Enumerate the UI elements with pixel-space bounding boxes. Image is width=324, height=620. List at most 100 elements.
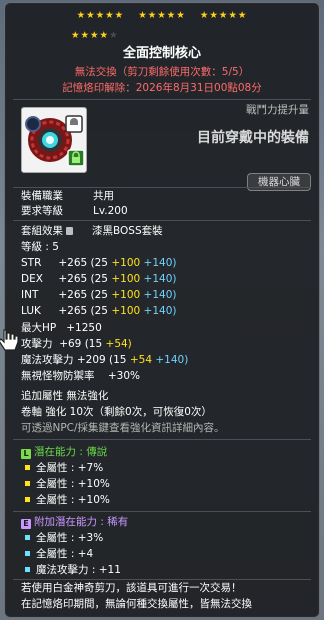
attack-total: +69 — [59, 338, 82, 350]
stat-bonus-cyan: +140) — [143, 289, 177, 301]
stat-bonus-cyan: +140) — [143, 305, 177, 317]
bullet-icon — [25, 465, 30, 470]
additional-potential-line: 全屬性 : +4 — [21, 547, 93, 561]
job-value: 共用 — [93, 190, 114, 202]
footer-line: 若使用白金神奇剪刀，該道具可進行一次交易！ — [21, 582, 242, 594]
additional-potential-title: 附加潛在能力 : 稀有 — [34, 516, 129, 528]
job-row: 裝備職業 共用 — [21, 189, 114, 203]
divider — [13, 511, 311, 512]
potential-line-text: 全屬性 : +7% — [36, 462, 104, 474]
stat-bonus-yellow: +100 — [111, 289, 141, 301]
stat-total: +265 — [58, 273, 88, 285]
additional-potential-line-text: 全屬性 : +3% — [36, 532, 104, 544]
potential-title: 潛在能力 : 傳說 — [34, 446, 108, 458]
ignore-def-value: +30% — [107, 370, 140, 382]
set-effect-value: 漆黑BOSS套裝 — [92, 225, 163, 237]
job-label: 裝備職業 — [21, 190, 63, 202]
additional-potential-line: 魔法攻擊力 : +11 — [21, 563, 121, 577]
stat-row-str: STR +265 (25 +100 +140) — [21, 256, 176, 270]
stat-base: (25 — [90, 305, 108, 317]
extra-attr-row: 追加屬性 無法強化 — [21, 390, 109, 402]
bullet-icon — [25, 481, 30, 486]
stat-base: (25 — [90, 257, 108, 269]
additional-potential-title-row: E 附加潛在能力 : 稀有 — [21, 515, 128, 529]
potential-line-text: 全屬性 : +10% — [36, 478, 110, 490]
bullet-icon — [25, 497, 30, 502]
divider — [13, 220, 311, 221]
star-group-3: ★★★★★ — [199, 10, 248, 21]
ignore-def-row: 無視怪物防禦率 +30% — [21, 369, 140, 383]
level-value: Lv.200 — [93, 205, 128, 217]
bullet-icon — [25, 535, 30, 540]
divider — [13, 439, 311, 440]
additional-potential-line-text: 魔法攻擊力 : +11 — [36, 564, 121, 576]
stat-total: +265 — [58, 257, 88, 269]
stat-bonus-cyan: +140) — [143, 257, 177, 269]
stat-base: (25 — [90, 273, 108, 285]
category-badge: 機器心臟 — [247, 173, 311, 191]
scroll-row: 卷軸 強化 10次（剩餘0次，可恢復0次） — [21, 406, 212, 418]
stat-row-int: INT +265 (25 +100 +140) — [21, 288, 176, 302]
stat-name: STR — [21, 257, 42, 269]
level-row: 要求等級 Lv.200 — [21, 204, 128, 218]
attack-row: 攻擊力 +69 (15 +54) — [21, 337, 132, 351]
stat-base: (25 — [90, 289, 108, 301]
star-group-2: ★★★★★ — [138, 10, 186, 21]
bullet-icon — [25, 567, 30, 572]
epic-badge-icon: E — [21, 519, 31, 529]
magic-attack-label: 魔法攻擊力 — [21, 354, 74, 366]
potential-line-text: 全屬性 : +10% — [36, 494, 110, 506]
magic-attack-bonus-yellow: +54 — [129, 354, 153, 366]
set-effect-row: 套組效果 漆黑BOSS套裝 — [21, 224, 163, 238]
footer-line: 在記憶烙印期間，無論何種交換屬性，皆無法交換 — [21, 598, 252, 610]
magic-attack-base: (15 — [109, 354, 127, 366]
star-group-1: ★★★★★ — [76, 10, 125, 21]
item-name: 全面控制核心 — [122, 46, 201, 61]
item-icon — [21, 107, 87, 173]
potential-line: 全屬性 : +7% — [21, 461, 103, 475]
attack-bonus: +54) — [105, 338, 132, 350]
max-hp-row: 最大HP +1250 — [21, 321, 102, 335]
seal-notice: 記憶烙印解除：2026年8月31日00點08分 — [62, 82, 262, 94]
stat-total: +265 — [58, 305, 88, 317]
level-label: 要求等級 — [21, 205, 63, 217]
attack-label: 攻擊力 — [21, 338, 53, 350]
max-hp-label: 最大HP — [21, 322, 57, 334]
stat-total: +265 — [58, 289, 88, 301]
additional-potential-line: 全屬性 : +3% — [21, 531, 103, 545]
trade-notice: 無法交換（剪刀剩餘使用次數：5/5） — [74, 66, 250, 78]
currently-equipped-label: 目前穿戴中的裝備 — [197, 130, 309, 146]
lock-icon — [66, 227, 73, 235]
star-force-row-2: ★★★★★ — [71, 30, 119, 41]
additional-potential-line-text: 全屬性 : +4 — [36, 548, 94, 560]
stat-bonus-yellow: +100 — [111, 273, 141, 285]
stat-name: DEX — [21, 273, 43, 285]
attack-base: (15 — [84, 338, 103, 350]
legendary-badge-icon: L — [21, 449, 31, 459]
star-force-row-1: ★★★★★ ★★★★★ ★★★★★ — [5, 9, 319, 23]
max-hp-value: +1250 — [66, 322, 102, 334]
divider — [13, 99, 311, 100]
divider — [13, 579, 311, 580]
power-increase-label: 戰鬥力提升量 — [246, 104, 309, 116]
hand-cursor-icon — [0, 328, 20, 358]
potential-line: 全屬性 : +10% — [21, 477, 110, 491]
stat-row-luk: LUK +265 (25 +100 +140) — [21, 304, 176, 318]
stat-name: LUK — [21, 305, 41, 317]
ignore-def-label: 無視怪物防禦率 — [21, 370, 95, 382]
bullet-icon — [25, 551, 30, 556]
stat-row-dex: DEX +265 (25 +100 +140) — [21, 272, 176, 286]
stat-bonus-yellow: +100 — [111, 305, 141, 317]
magic-attack-bonus-cyan: +140) — [155, 354, 189, 366]
stat-bonus-yellow: +100 — [111, 257, 141, 269]
magic-attack-row: 魔法攻擊力 +209 (15 +54 +140) — [21, 353, 188, 367]
set-effect-label: 套組效果 — [21, 225, 63, 237]
grade-row: 等級 : 5 — [21, 241, 59, 253]
potential-line: 全屬性 : +10% — [21, 493, 110, 507]
magic-attack-total: +209 — [76, 354, 106, 366]
divider — [13, 187, 311, 188]
npc-note: 可透過NPC/採集鍵查看強化資訊詳細內容。 — [21, 422, 225, 434]
potential-title-row: L 潛在能力 : 傳說 — [21, 445, 107, 459]
stat-name: INT — [21, 289, 39, 301]
item-tooltip: ★★★★★ ★★★★★ ★★★★★ ★★★★★ 全面控制核心 無法交換（剪刀剩餘… — [4, 2, 320, 618]
